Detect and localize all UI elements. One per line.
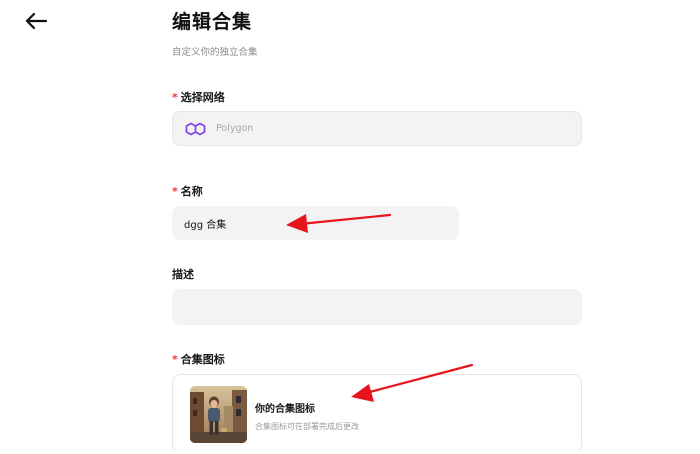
network-label-text: 选择网络	[180, 91, 225, 104]
arrow-left-icon	[25, 12, 48, 30]
collection-icon-title: 你的合集图标	[255, 404, 315, 415]
collection-icon-hint: 合集图标可在部署完成后更改	[255, 422, 359, 431]
name-label: * 名称	[172, 183, 203, 199]
collection-icon-label: * 合集图标	[172, 351, 225, 367]
page-title: 编辑合集	[172, 11, 253, 33]
network-label: * 选择网络	[172, 89, 225, 105]
collection-icon-label-text: 合集图标	[180, 353, 225, 366]
name-input[interactable]	[172, 206, 459, 240]
required-mark: *	[172, 353, 178, 366]
required-mark: *	[172, 185, 178, 198]
network-value: Polygon	[216, 123, 254, 134]
description-label-text: 描述	[172, 268, 194, 281]
collection-icon-image	[190, 386, 247, 443]
collection-icon-upload[interactable]: 你的合集图标 合集图标可在部署完成后更改	[172, 374, 582, 454]
network-select[interactable]: Polygon	[172, 111, 582, 146]
description-input[interactable]	[172, 289, 582, 325]
polygon-icon	[185, 122, 206, 135]
description-label: 描述	[172, 266, 194, 282]
required-mark: *	[172, 91, 178, 104]
back-button[interactable]	[22, 10, 50, 32]
page-subtitle: 自定义你的独立合集	[172, 47, 258, 58]
name-label-text: 名称	[180, 185, 203, 198]
